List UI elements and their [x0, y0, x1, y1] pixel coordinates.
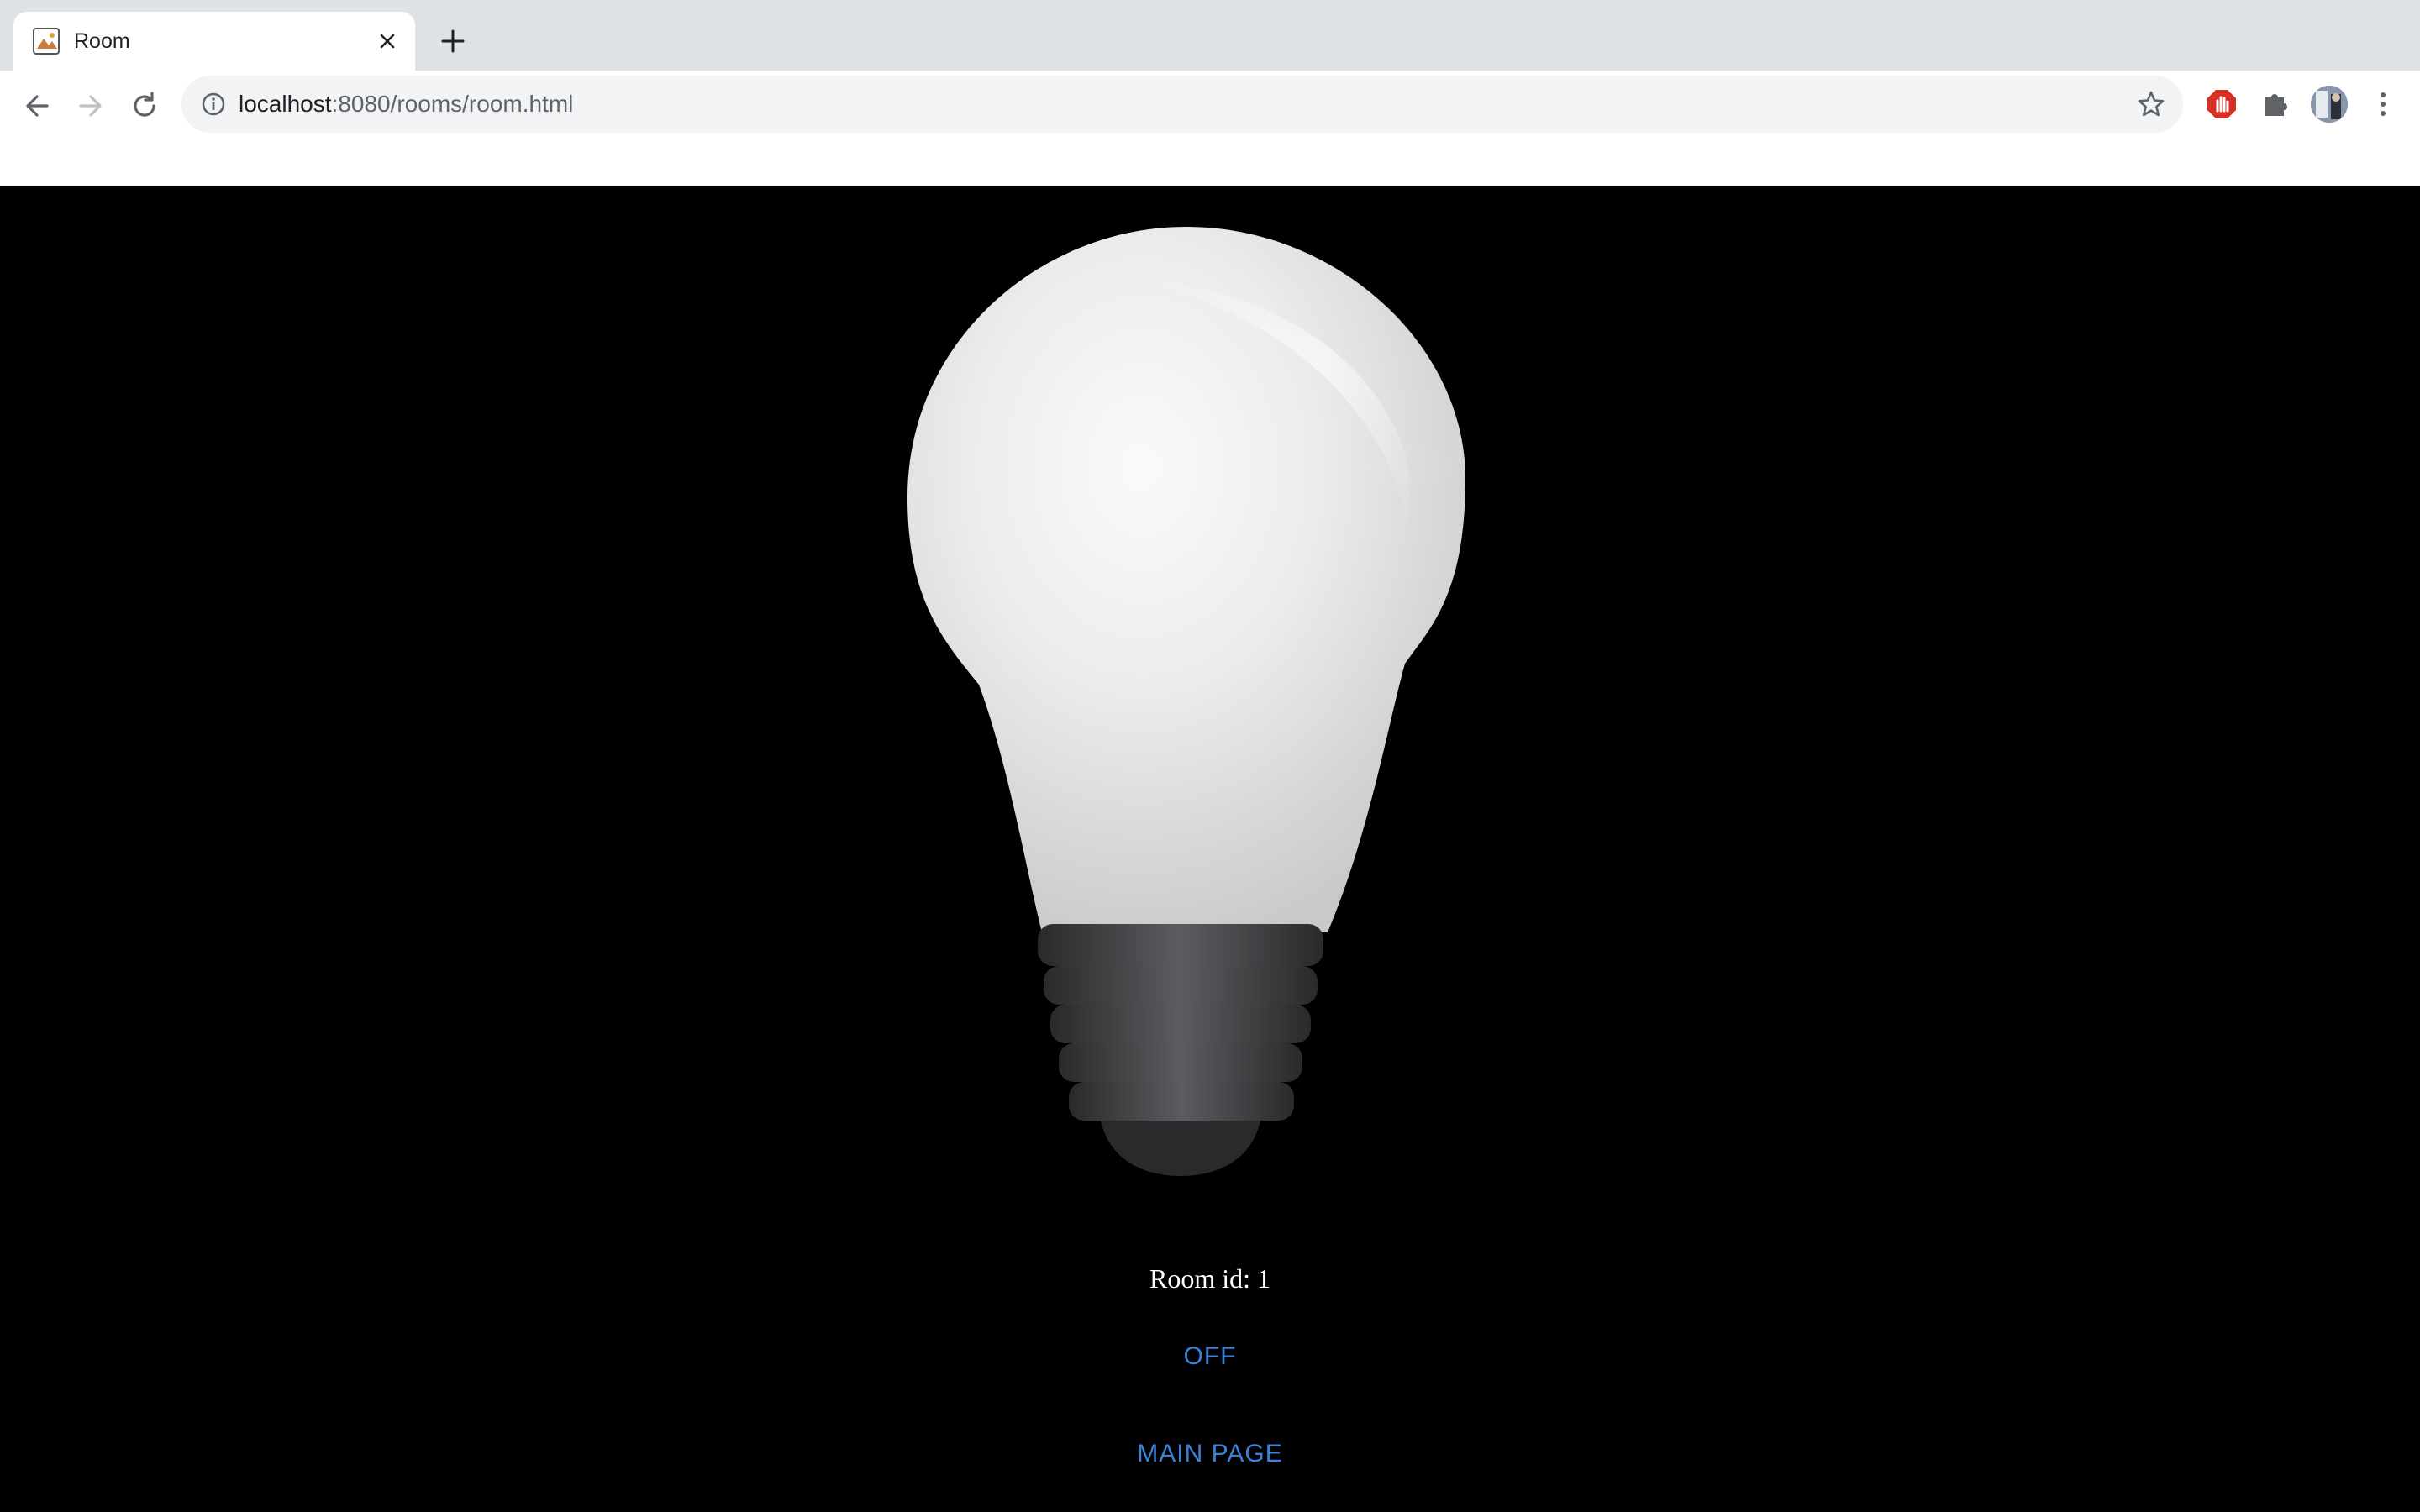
room-page: Room id: 1 OFF MAIN PAGE — [0, 186, 2420, 1512]
tab-room[interactable]: Room — [13, 12, 415, 71]
arrow-right-icon[interactable] — [71, 86, 111, 126]
info-icon[interactable] — [200, 91, 227, 118]
main-page-link[interactable]: MAIN PAGE — [1137, 1440, 1282, 1467]
reload-icon[interactable] — [124, 86, 165, 126]
address-bar[interactable]: localhost:8080/rooms/room.html — [182, 76, 2183, 133]
address-host: localhost — [239, 91, 332, 117]
room-favicon-icon — [33, 28, 60, 55]
toggle-off-link[interactable]: OFF — [1184, 1342, 1237, 1370]
arrow-left-icon[interactable] — [17, 86, 57, 126]
address-url[interactable]: localhost:8080/rooms/room.html — [239, 91, 573, 118]
star-icon[interactable] — [2136, 89, 2166, 119]
light-bulb-icon[interactable] — [908, 227, 1512, 1201]
light-toggle-row: OFF — [0, 1342, 2420, 1371]
new-tab-plus-icon[interactable] — [439, 27, 467, 55]
close-icon[interactable] — [375, 29, 400, 54]
browser-toolbar: localhost:8080/rooms/room.html — [0, 71, 2420, 257]
kebab-menu-icon[interactable] — [2366, 87, 2400, 121]
tab-title: Room — [74, 29, 130, 53]
avatar[interactable] — [2311, 86, 2348, 123]
address-path: :8080/rooms/room.html — [331, 91, 574, 117]
profile-photo-icon — [2311, 86, 2348, 123]
puzzle-icon[interactable] — [2259, 87, 2292, 121]
tab-strip: Room — [0, 0, 2420, 71]
room-id-label: Room id: 1 — [1149, 1263, 1270, 1294]
stop-hand-icon[interactable] — [2205, 87, 2238, 121]
main-page-row: MAIN PAGE — [0, 1440, 2420, 1468]
